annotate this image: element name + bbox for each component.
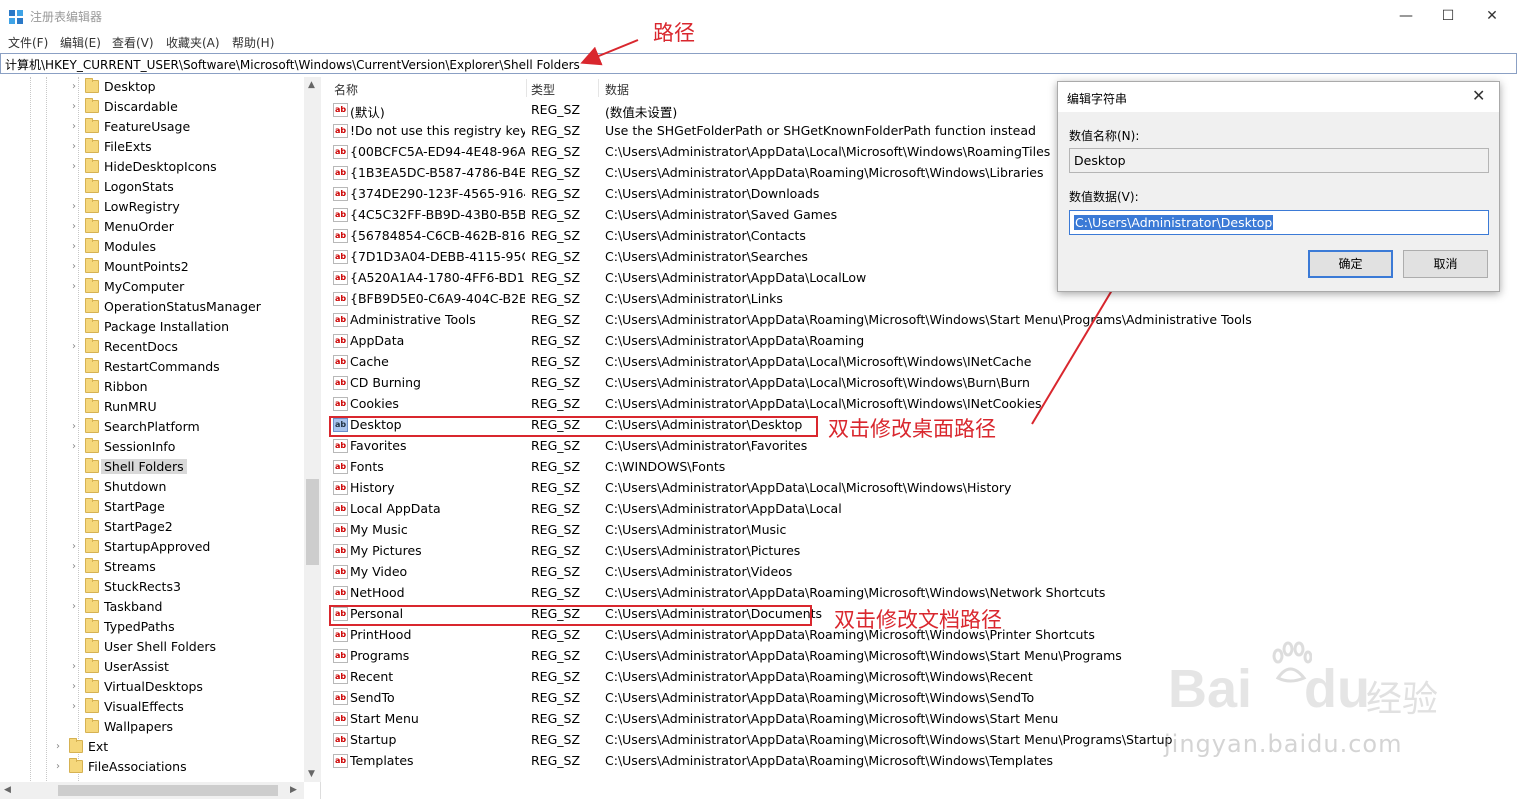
value-data-label: 数值数据(V): bbox=[1069, 190, 1139, 204]
value-name-field: Desktop bbox=[1069, 148, 1489, 173]
watermark-cn: 经验 bbox=[1366, 679, 1439, 720]
edit-string-dialog: 编辑字符串 ✕ 数值名称(N): Desktop 数值数据(V): C:\Use… bbox=[1057, 81, 1500, 292]
baidu-watermark: Bai du 经验 jingyan.baidu.com bbox=[1150, 640, 1450, 780]
value-name-label: 数值名称(N): bbox=[1069, 129, 1140, 143]
ok-button[interactable]: 确定 bbox=[1308, 250, 1393, 278]
value-data-input[interactable]: C:\Users\Administrator\Desktop bbox=[1069, 210, 1489, 235]
dialog-title: 编辑字符串 bbox=[1067, 92, 1128, 106]
dialog-title-bar: 编辑字符串 ✕ bbox=[1058, 82, 1499, 112]
watermark-brand-2: du bbox=[1304, 659, 1370, 719]
watermark-url: jingyan.baidu.com bbox=[1164, 730, 1403, 758]
watermark-brand: Bai bbox=[1168, 659, 1253, 719]
value-data-selection: C:\Users\Administrator\Desktop bbox=[1074, 215, 1274, 230]
arrow-to-address bbox=[580, 39, 639, 66]
dialog-close-icon[interactable]: ✕ bbox=[1472, 86, 1485, 105]
cancel-button[interactable]: 取消 bbox=[1403, 250, 1488, 278]
